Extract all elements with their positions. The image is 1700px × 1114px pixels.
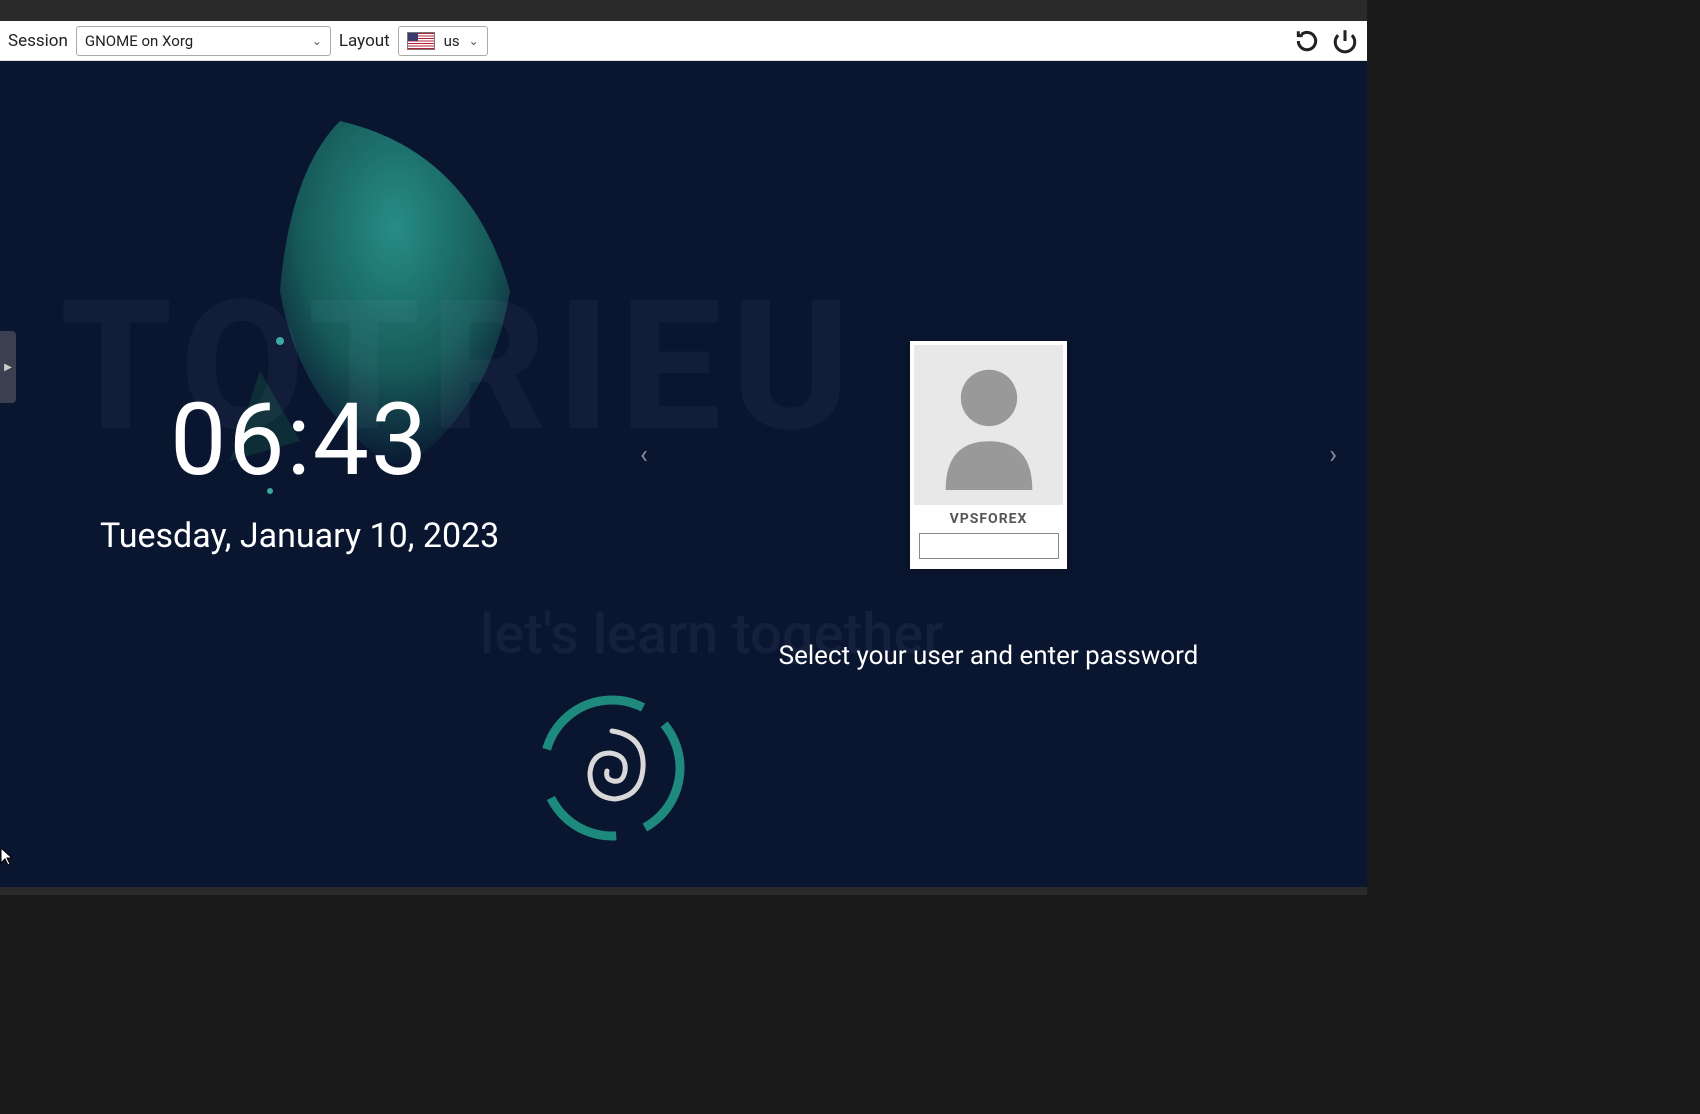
window-titlebar [0, 0, 1367, 21]
session-label: Session [6, 31, 70, 51]
chevron-down-icon: ⌄ [312, 34, 322, 48]
next-user-button[interactable]: › [1309, 420, 1357, 490]
side-tab-expand[interactable]: ▶ [0, 331, 16, 403]
cursor-icon [0, 847, 14, 867]
session-dropdown[interactable]: GNOME on Xorg ⌄ [76, 26, 331, 56]
power-icon [1332, 28, 1358, 54]
user-icon [934, 360, 1044, 490]
layout-label: Layout [337, 31, 392, 51]
chevron-down-icon: ⌄ [469, 34, 479, 48]
login-screen: TOTRIEU let's learn together ▶ 06:43 Tue… [0, 61, 1367, 887]
password-input[interactable] [919, 533, 1059, 559]
user-carousel: ‹ VPSFOREX › [620, 341, 1357, 569]
restart-button[interactable] [1291, 25, 1323, 57]
avatar [914, 345, 1063, 505]
user-card[interactable]: VPSFOREX [910, 341, 1067, 569]
chevron-left-icon: ‹ [640, 440, 648, 470]
debian-logo-icon [535, 691, 690, 846]
previous-user-button[interactable]: ‹ [620, 420, 668, 490]
top-panel: Session GNOME on Xorg ⌄ Layout us ⌄ [0, 21, 1367, 61]
session-value: GNOME on Xorg [85, 32, 193, 50]
login-prompt: Select your user and enter password [620, 641, 1357, 671]
layout-value: us [444, 32, 460, 50]
clock-block: 06:43 Tuesday, January 10, 2023 [100, 391, 499, 556]
layout-dropdown[interactable]: us ⌄ [398, 26, 488, 56]
clock-time: 06:43 [100, 391, 499, 491]
bottom-bar [0, 887, 1367, 895]
us-flag-icon [407, 32, 435, 50]
chevron-right-icon: › [1329, 440, 1337, 470]
username-label: VPSFOREX [950, 511, 1028, 527]
shutdown-button[interactable] [1329, 25, 1361, 57]
clock-date: Tuesday, January 10, 2023 [100, 516, 499, 556]
restart-icon [1294, 28, 1320, 54]
